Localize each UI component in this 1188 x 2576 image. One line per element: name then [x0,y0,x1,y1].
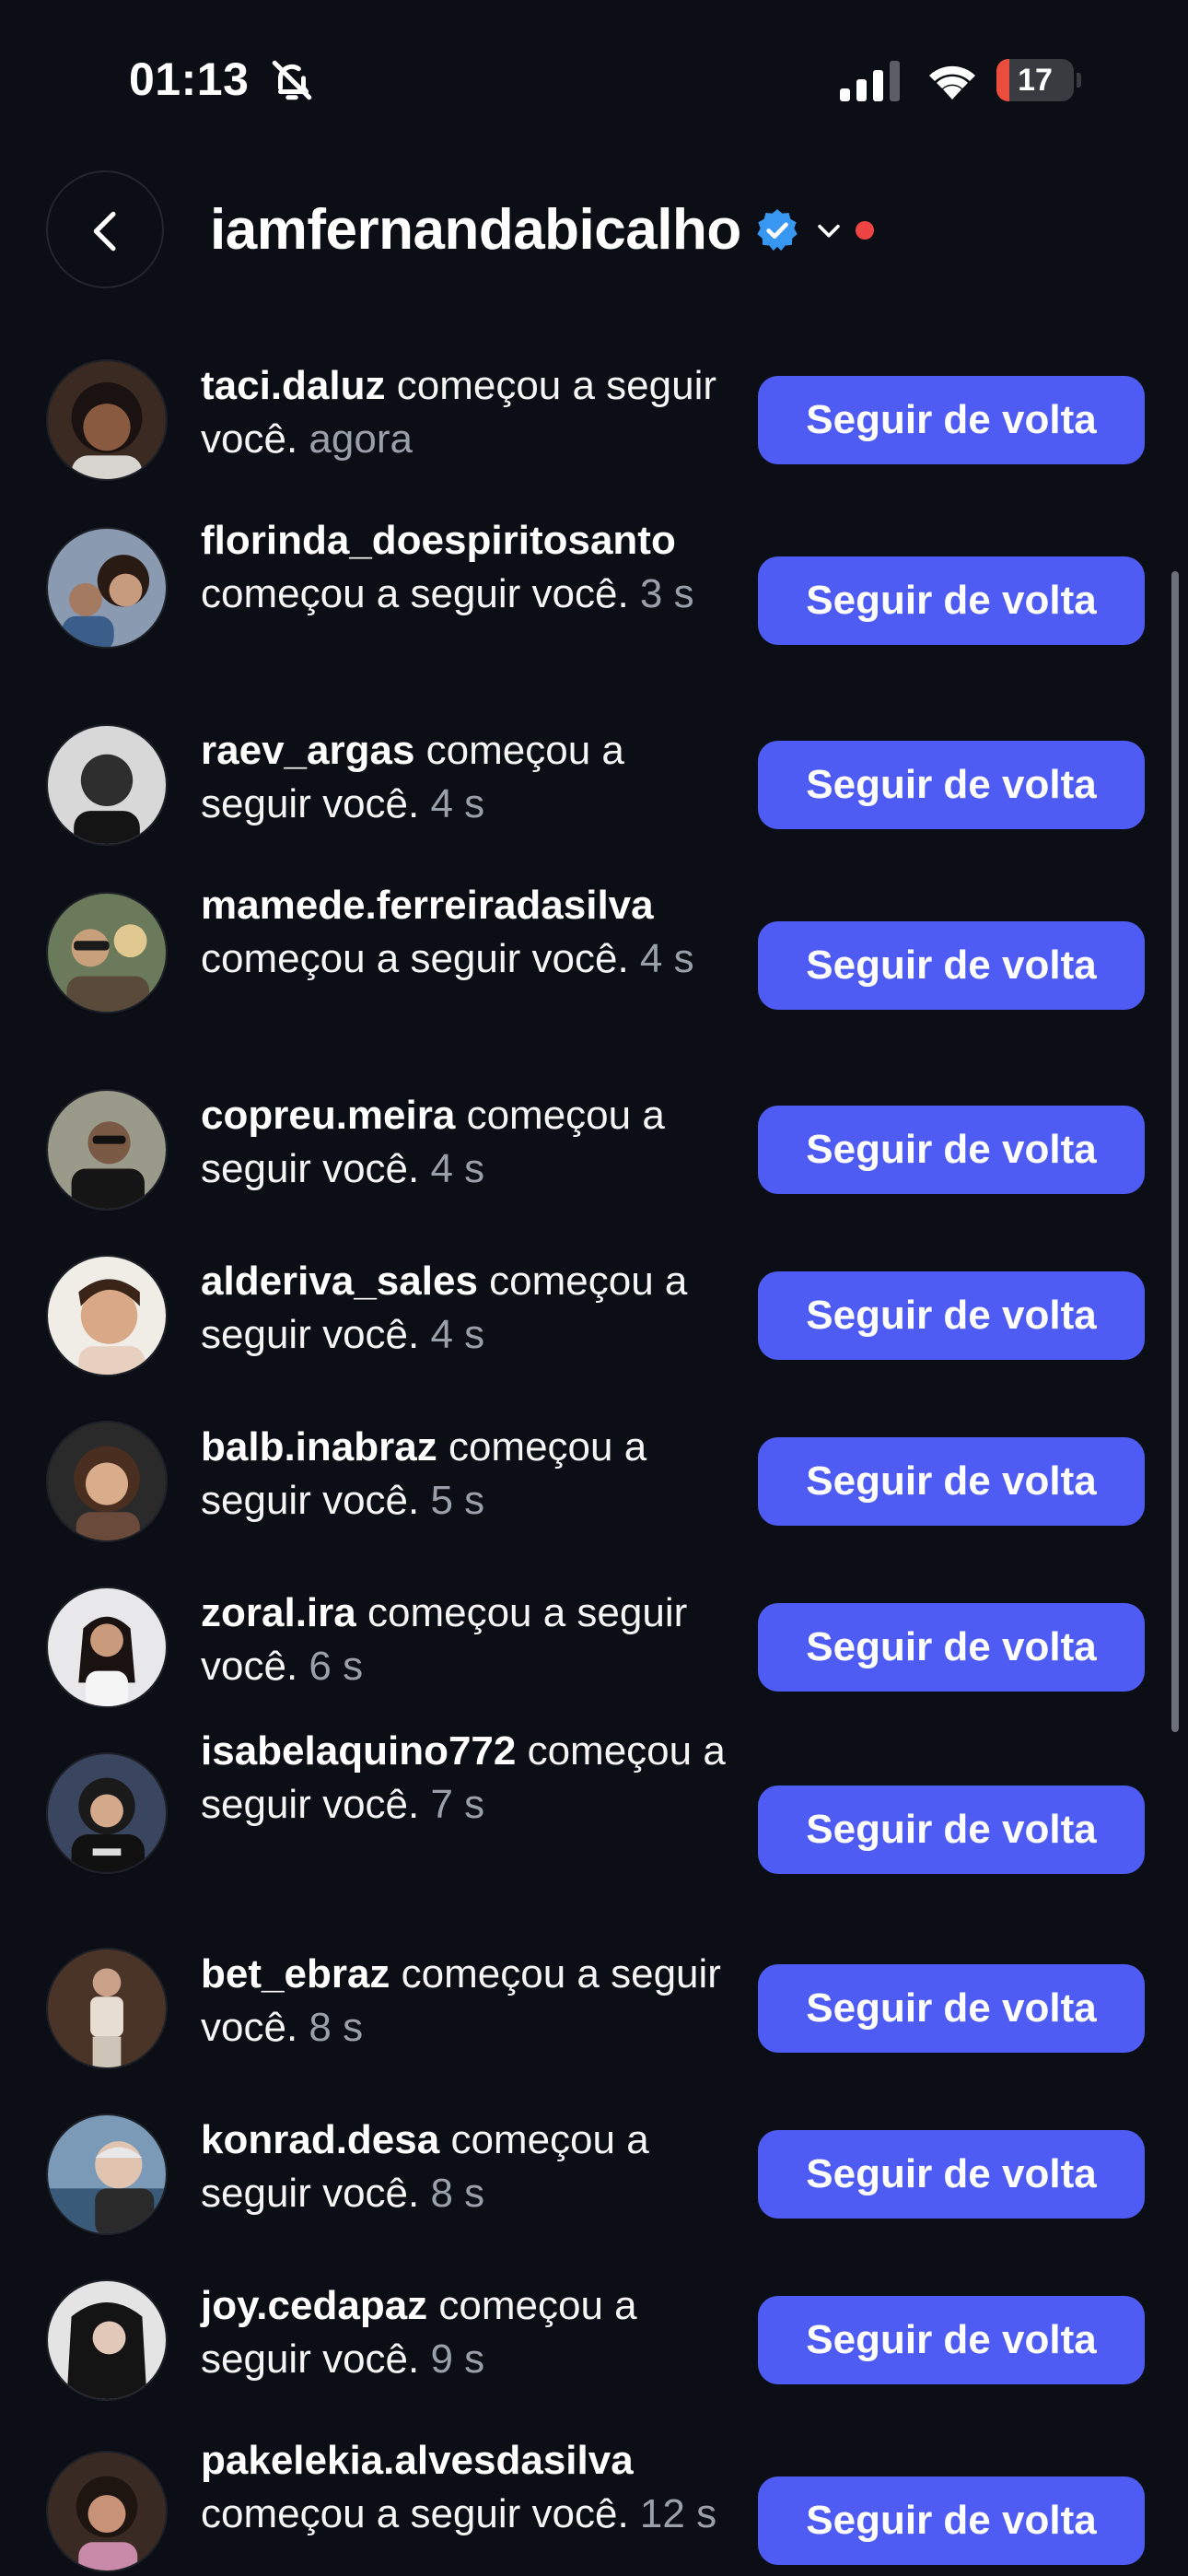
follow-back-button[interactable]: Seguir de volta [758,1603,1145,1692]
timestamp: 8 s [430,2171,485,2216]
timestamp: agora [309,416,413,462]
follow-back-button[interactable]: Seguir de volta [758,2296,1145,2384]
avatar[interactable] [46,359,168,481]
follow-back-button[interactable]: Seguir de volta [758,741,1145,829]
timestamp: 7 s [430,1782,485,1827]
username[interactable]: balb.inabraz [201,1424,437,1469]
status-time: 01:13 [129,53,250,105]
battery-level-text: 17 [1018,63,1053,98]
back-arrow-icon [93,211,116,252]
action-text: começou a seguir você. [201,571,629,616]
avatar[interactable] [46,2451,168,2572]
timestamp: 9 s [430,2336,485,2382]
bell-slash-icon [272,60,312,100]
timestamp: 6 s [309,1644,364,1689]
timestamp: 8 s [309,2005,364,2050]
follow-back-button[interactable]: Seguir de volta [758,1271,1145,1360]
avatar[interactable] [46,2279,168,2401]
follow-back-button[interactable]: Seguir de volta [758,556,1145,645]
wifi-icon [929,65,975,100]
cellular-signal-icon [840,61,900,101]
timestamp: 4 s [639,936,694,981]
follow-back-button[interactable]: Seguir de volta [758,2476,1145,2565]
avatar[interactable] [46,892,168,1013]
username[interactable]: bet_ebraz [201,1951,390,1996]
avatar[interactable] [46,724,168,846]
page-title: iamfernandabicalho [210,198,741,262]
follow-back-button[interactable]: Seguir de volta [758,2130,1145,2219]
username[interactable]: joy.cedapaz [201,2283,427,2328]
username[interactable]: raev_argas [201,728,414,773]
username[interactable]: pakelekia.alvesdasilva [201,2438,634,2483]
username[interactable]: taci.daluz [201,363,386,408]
timestamp: 4 s [430,1312,485,1357]
avatar[interactable] [46,1752,168,1874]
header: iamfernandabicalho [0,157,1188,313]
notifications-screen: 01:13 17 iamfernandabicalho taci.daluz c… [0,0,1188,2576]
notification-dot [855,221,874,240]
timestamp: 12 s [639,2491,717,2536]
follow-back-button[interactable]: Seguir de volta [758,1106,1145,1194]
timestamp: 5 s [430,1478,485,1523]
follow-back-button[interactable]: Seguir de volta [758,1786,1145,1874]
status-bar: 01:13 17 [0,0,1188,157]
username[interactable]: alderiva_sales [201,1259,478,1304]
avatar[interactable] [46,1587,168,1708]
username[interactable]: konrad.desa [201,2117,439,2162]
scrollbar[interactable] [1171,571,1179,1732]
username[interactable]: isabelaquino772 [201,1728,516,1774]
avatar[interactable] [46,527,168,649]
avatar[interactable] [46,1255,168,1376]
verified-badge-icon [757,209,798,252]
username[interactable]: zoral.ira [201,1590,356,1635]
avatar[interactable] [46,2113,168,2235]
timestamp: 3 s [639,571,694,616]
avatar[interactable] [46,1948,168,2069]
back-button[interactable] [46,170,164,288]
username[interactable]: mamede.ferreiradasilva [201,883,654,928]
follow-back-button[interactable]: Seguir de volta [758,921,1145,1010]
avatar[interactable] [46,1089,168,1211]
account-switcher[interactable]: iamfernandabicalho [210,197,874,263]
action-text: começou a seguir você. [201,2491,629,2536]
action-text: começou a seguir você. [201,936,629,981]
battery-icon: 17 [996,59,1081,101]
timestamp: 4 s [430,1146,485,1191]
username[interactable]: copreu.meira [201,1093,455,1138]
avatar[interactable] [46,1421,168,1542]
follow-back-button[interactable]: Seguir de volta [758,1437,1145,1526]
username[interactable]: florinda_doespiritosanto [201,518,676,563]
timestamp: 4 s [430,781,485,826]
follow-back-button[interactable]: Seguir de volta [758,376,1145,464]
chevron-down-icon [817,224,840,238]
follow-back-button[interactable]: Seguir de volta [758,1964,1145,2053]
